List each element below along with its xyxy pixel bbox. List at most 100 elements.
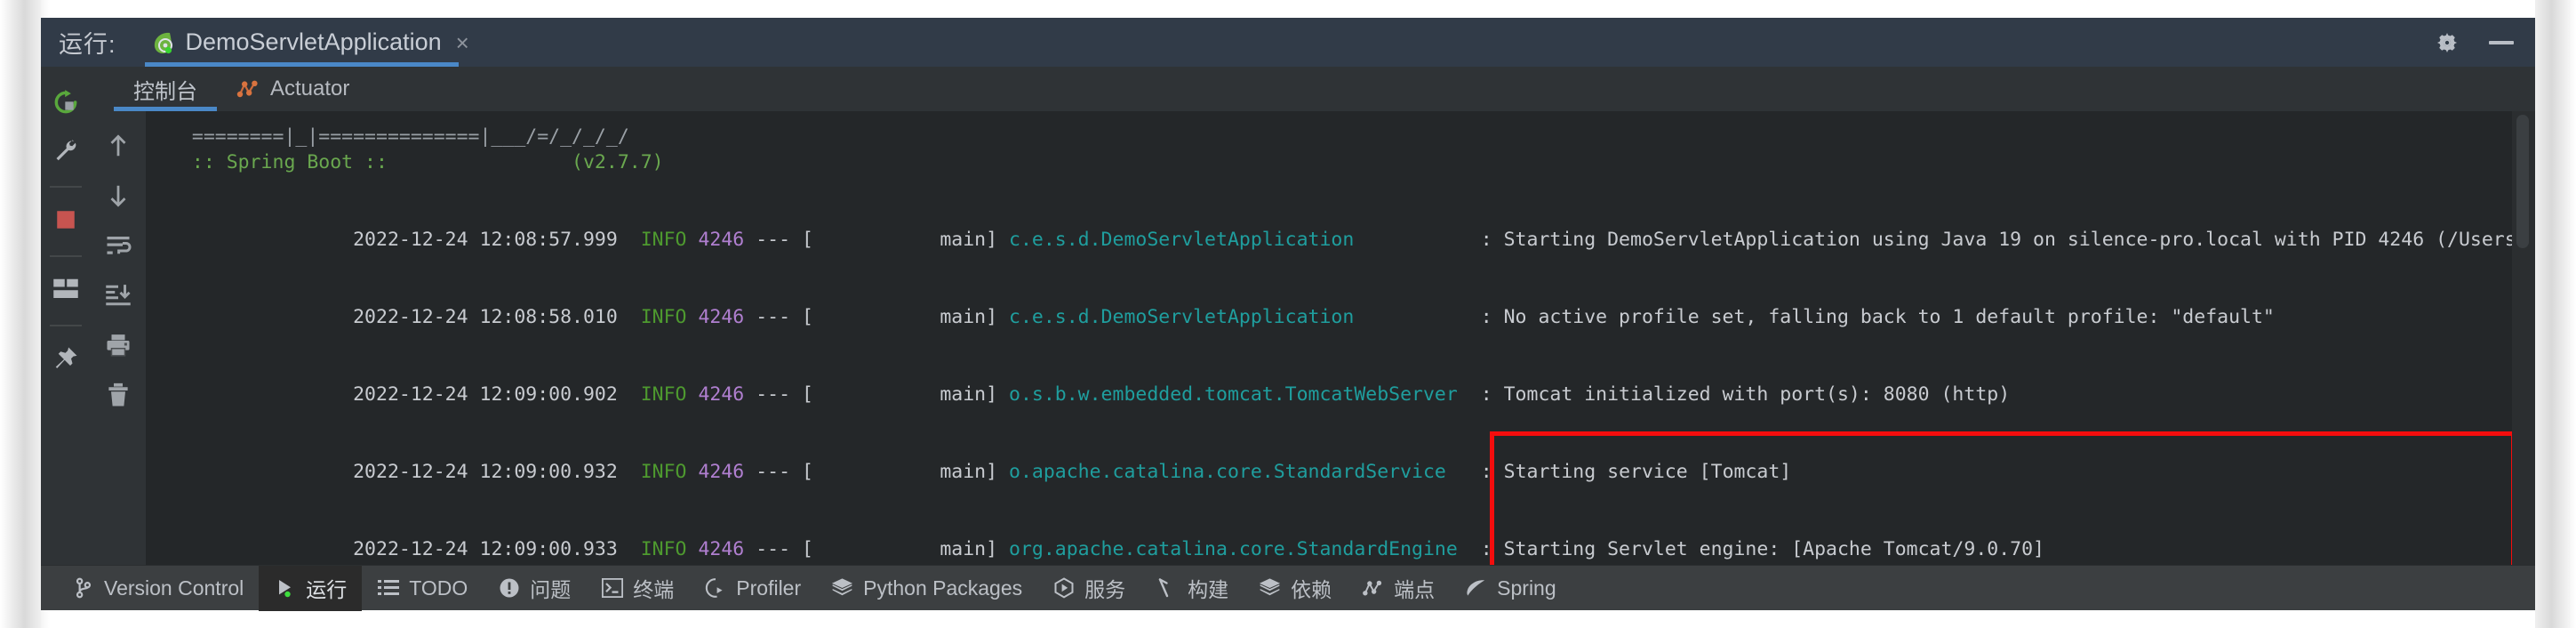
rerun-button[interactable] [46,83,85,122]
log-logger: org.apache.catalina.core.StandardEngine [1009,538,1458,560]
packages-icon [831,577,853,600]
close-icon[interactable]: × [456,31,469,54]
log-timestamp: 2022-12-24 12:09:00.932 [353,461,618,483]
run-window-body: 控制台 Actuator ========|_|==============|_… [41,67,2535,565]
sidebar-item-problems[interactable]: 问题 [483,566,586,611]
gear-icon[interactable] [2436,31,2459,54]
sidebar-item-label: 端点 [1394,578,1436,601]
console-output[interactable]: ========|_|==============|___/=/_/_/_/ :… [146,111,2535,565]
log-level: INFO [640,229,687,251]
log-pad [1458,538,1481,560]
sidebar-item-dependencies[interactable]: 依赖 [1244,566,1347,611]
log-pid: 4246 [698,306,745,328]
log-logger: o.s.b.w.embedded.tomcat.TomcatWebServer [1009,383,1458,406]
log-timestamp: 2022-12-24 12:09:00.902 [353,383,618,406]
log-dash: --- [756,383,791,406]
page-left-shadow [0,0,41,628]
soft-wrap-button[interactable] [97,223,140,268]
minimize-icon[interactable] [2489,40,2514,44]
run-actions-rail [41,67,91,565]
sidebar-item-services[interactable]: 服务 [1037,566,1140,611]
services-icon [1052,577,1075,600]
log-level: INFO [640,383,687,406]
rail-separator-1 [50,186,82,188]
sidebar-item-label: Profiler [736,576,802,600]
page-right-shadow [2535,0,2576,628]
log-thread: [ main] [801,538,998,560]
log-timestamp: 2022-12-24 12:08:58.010 [353,306,618,328]
log-timestamp: 2022-12-24 12:08:57.999 [353,229,618,251]
run-window-titlebar: 运行: DemoServletApplication × [41,18,2535,67]
scroll-up-button[interactable] [97,124,140,168]
sidebar-item-version-control[interactable]: Version Control [57,566,259,611]
log-pid: 4246 [698,538,745,560]
rail-separator-3 [50,325,82,326]
pin-button[interactable] [46,339,85,378]
branch-icon [72,577,94,600]
run-configuration-tab[interactable]: DemoServletApplication × [144,18,473,67]
sidebar-item-label: 服务 [1084,578,1126,601]
console-row: ========|_|==============|___/=/_/_/_/ :… [91,111,2535,565]
sidebar-item-endpoints[interactable]: 端点 [1347,566,1450,611]
log-sep: : [1480,306,1504,328]
run-tool-window: 运行: DemoServletApplication × 控制台 Actuato… [41,18,2535,611]
console-content-column: 控制台 Actuator ========|_|==============|_… [91,67,2535,565]
log-row: 2022-12-24 12:09:00.933 INFO 4246 --- [ … [146,511,2535,565]
trash-button[interactable] [97,373,140,417]
log-sep: : [1480,461,1504,483]
banner-version-line: :: Spring Boot :: (v2.7.7) [169,151,664,173]
scroll-down-button[interactable] [97,173,140,218]
log-pad [1446,461,1481,483]
run-window-label: 运行: [59,31,116,58]
problems-icon [498,577,520,600]
tab-actuator[interactable]: Actuator [217,67,369,111]
log-row: 2022-12-24 12:08:58.010 INFO 4246 --- [ … [146,278,2535,356]
run-play-icon [274,577,296,600]
todo-list-icon [377,577,399,600]
console-vertical-scrollbar[interactable] [2512,111,2535,565]
sidebar-item-terminal[interactable]: 终端 [586,566,689,611]
edit-configuration-button[interactable] [46,131,85,170]
sidebar-item-todo[interactable]: TODO [362,566,483,611]
log-pid: 4246 [698,229,745,251]
bottom-toolwindow-bar: Version Control 运行 TODO 问题 终端 Profiler P… [41,565,2535,611]
sidebar-item-python-packages[interactable]: Python Packages [816,566,1037,611]
titlebar-actions [2436,18,2514,67]
log-row: 2022-12-24 12:09:00.932 INFO 4246 --- [ … [146,433,2535,511]
banner-line: ========|_|==============|___/=/_/_/_/ [169,125,629,148]
scrollbar-thumb[interactable] [2516,115,2529,248]
log-message: No active profile set, falling back to 1… [1503,306,2275,328]
sidebar-item-label: 终端 [633,578,675,601]
log-dash: --- [756,461,791,483]
sidebar-item-label: TODO [409,576,468,600]
log-timestamp: 2022-12-24 12:09:00.933 [353,538,618,560]
sidebar-item-label: 问题 [530,578,572,601]
scroll-to-end-button[interactable] [97,273,140,318]
stop-button[interactable] [46,200,85,239]
print-button[interactable] [97,323,140,367]
log-message: Tomcat initialized with port(s): 8080 (h… [1503,383,2011,406]
sidebar-item-build[interactable]: 构建 [1140,566,1244,611]
log-sep: : [1480,229,1504,251]
console-tabstrip: 控制台 Actuator [91,67,2535,111]
log-pad [1458,383,1481,406]
log-pad [1354,306,1480,328]
banner-spacer [146,175,2535,201]
sidebar-item-profiler[interactable]: Profiler [689,566,816,611]
log-level: INFO [640,461,687,483]
sidebar-item-label: 构建 [1188,578,1229,601]
log-message: Starting Servlet engine: [Apache Tomcat/… [1503,538,2044,560]
spring-leaf-icon [1465,577,1487,600]
sidebar-item-label: 运行 [306,578,348,601]
screenshot-root: 运行: DemoServletApplication × 控制台 Actuato… [0,0,2576,628]
log-level: INFO [640,306,687,328]
log-level: INFO [640,538,687,560]
sidebar-item-label: Version Control [104,576,244,600]
tab-console[interactable]: 控制台 [114,67,217,111]
tab-console-label: 控制台 [133,79,197,104]
layout-settings-button[interactable] [46,270,85,309]
run-configuration-name: DemoServletApplication [185,28,442,55]
sidebar-item-run[interactable]: 运行 [259,565,363,611]
log-row: 2022-12-24 12:09:00.902 INFO 4246 --- [ … [146,356,2535,433]
sidebar-item-spring[interactable]: Spring [1450,566,1571,611]
